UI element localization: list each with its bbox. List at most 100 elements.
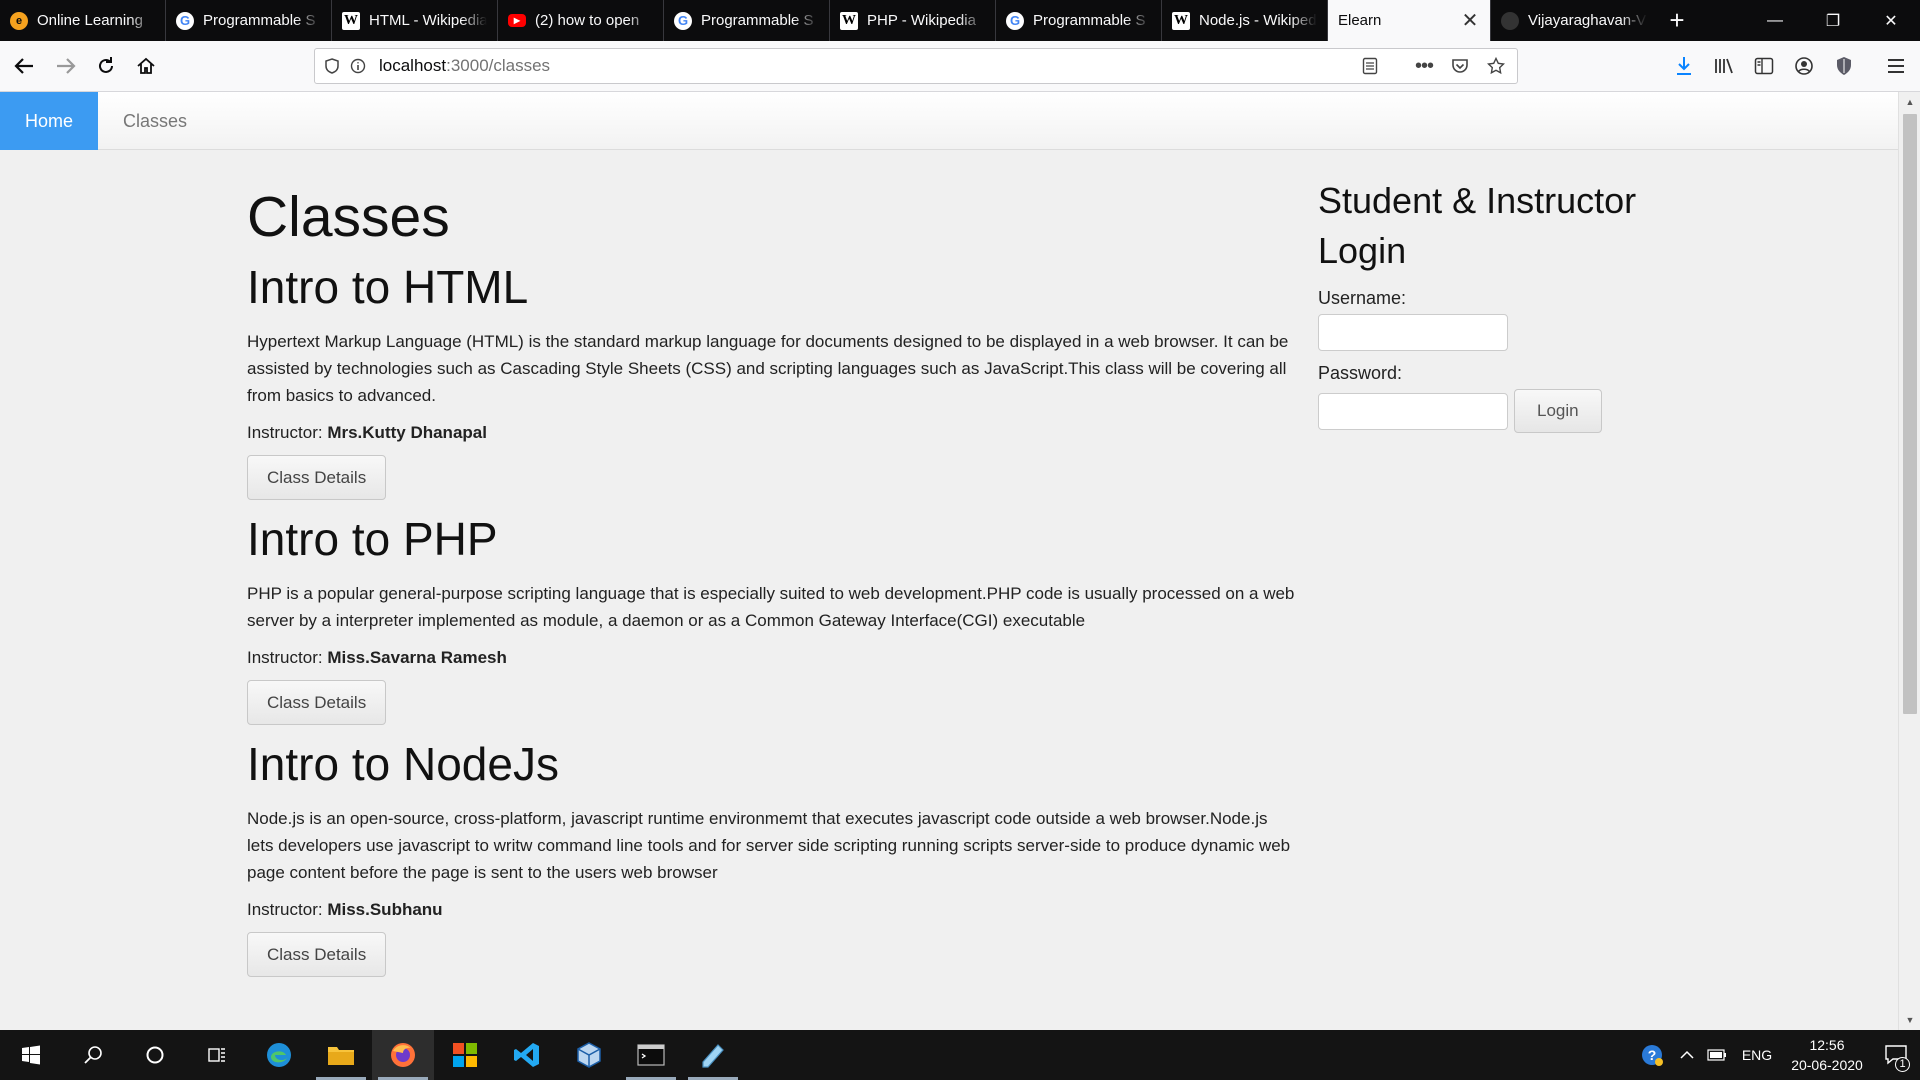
instructor-name: Miss.Savarna Ramesh — [327, 648, 507, 667]
bookmark-star-icon[interactable] — [1483, 53, 1509, 79]
instructor-label: Instructor: — [247, 423, 323, 442]
edge-icon[interactable] — [248, 1030, 310, 1080]
downloads-button[interactable] — [1668, 50, 1700, 82]
wikipedia-icon: W — [1172, 11, 1190, 30]
info-icon[interactable] — [345, 53, 371, 79]
page-viewport: Home Classes Classes Intro to HTML Hyper… — [0, 92, 1898, 1030]
library-icon — [1715, 58, 1733, 74]
class-card: Intro to PHP PHP is a popular general-pu… — [247, 515, 1295, 725]
task-view-icon[interactable] — [186, 1030, 248, 1080]
notification-icon[interactable]: 1 — [1872, 1030, 1920, 1080]
reload-icon — [99, 57, 113, 73]
chevron-up-icon[interactable] — [1672, 1030, 1702, 1080]
home-icon — [137, 57, 155, 74]
library-button[interactable] — [1708, 50, 1740, 82]
reader-view-icon[interactable] — [1357, 53, 1383, 79]
menu-button[interactable] — [1880, 50, 1912, 82]
tab-title: (2) how to open — [535, 12, 640, 29]
terminal-icon[interactable] — [620, 1030, 682, 1080]
arrow-left-icon — [14, 58, 33, 74]
firefox-icon[interactable] — [372, 1030, 434, 1080]
account-button[interactable] — [1788, 50, 1820, 82]
password-input[interactable] — [1318, 392, 1508, 430]
username-input[interactable] — [1318, 314, 1508, 351]
browser-tab-active[interactable]: Elearn ✕ — [1328, 0, 1491, 41]
scroll-up-arrow-icon[interactable]: ▲ — [1899, 92, 1920, 112]
windows-start-icon[interactable] — [0, 1030, 62, 1080]
instructor-name: Miss.Subhanu — [327, 900, 443, 919]
class-title: Intro to NodeJs — [247, 738, 559, 790]
login-title: Student & Instructor Login — [1318, 180, 1637, 271]
browser-tab-strip: e Online Learning G Programmable S W HTM… — [0, 0, 1920, 41]
instructor-label: Instructor: — [247, 648, 323, 667]
password-label: Password: — [1318, 363, 1403, 383]
clock-time: 12:56 — [1809, 1037, 1845, 1053]
tab-title: Online Learning — [37, 12, 143, 29]
language-indicator[interactable]: ENG — [1732, 1030, 1782, 1080]
browser-toolbar: localhost:3000/classes ••• — [0, 41, 1920, 92]
extension-button[interactable] — [1828, 50, 1860, 82]
browser-tab[interactable]: G Programmable S — [664, 0, 830, 41]
notepad-icon[interactable] — [682, 1030, 744, 1080]
arrow-right-icon — [57, 58, 76, 74]
class-details-button[interactable]: Class Details — [247, 680, 387, 725]
close-window-button[interactable]: ✕ — [1862, 0, 1920, 41]
nav-home-link[interactable]: Home — [0, 92, 99, 150]
account-icon — [1795, 57, 1813, 75]
vscode-icon[interactable] — [496, 1030, 558, 1080]
restore-button[interactable]: ❐ — [1804, 0, 1862, 41]
browser-tab[interactable]: e Online Learning — [0, 0, 166, 41]
minimize-button[interactable]: — — [1746, 0, 1804, 41]
github-icon — [1501, 11, 1519, 30]
virtualbox-icon[interactable] — [558, 1030, 620, 1080]
browser-tab[interactable]: W Node.js - Wikipedia — [1162, 0, 1328, 41]
forward-button[interactable] — [50, 50, 82, 82]
url-host: localhost — [379, 56, 447, 75]
home-button[interactable] — [130, 50, 162, 82]
tab-title: Elearn — [1338, 12, 1382, 29]
browser-tab[interactable]: W HTML - Wikipedia — [332, 0, 498, 41]
instructor-line: Instructor: Miss.Savarna Ramesh — [247, 646, 1295, 670]
nav-classes-link[interactable]: Classes — [98, 92, 212, 150]
help-icon[interactable]: ? — [1632, 1030, 1672, 1080]
tab-title: Vijayaraghavan-V — [1528, 12, 1647, 29]
browser-tab[interactable]: G Programmable S — [996, 0, 1162, 41]
new-tab-button[interactable]: + — [1657, 0, 1697, 41]
pocket-icon[interactable] — [1447, 53, 1473, 79]
browser-tab[interactable]: W PHP - Wikipedia — [830, 0, 996, 41]
tab-title: Programmable S — [701, 12, 814, 29]
office-icon[interactable] — [434, 1030, 496, 1080]
shield-icon[interactable] — [319, 53, 345, 79]
sidebar-button[interactable] — [1748, 50, 1780, 82]
tab-close-icon[interactable]: ✕ — [1460, 8, 1480, 33]
scroll-down-arrow-icon[interactable]: ▼ — [1899, 1010, 1920, 1030]
browser-tab[interactable]: G Programmable S — [166, 0, 332, 41]
class-details-button[interactable]: Class Details — [247, 455, 387, 500]
class-card: Intro to NodeJs Node.js is an open-sourc… — [247, 740, 1295, 977]
browser-tab[interactable]: Vijayaraghavan-V — [1491, 0, 1657, 41]
class-title: Intro to PHP — [247, 513, 498, 565]
instructor-line: Instructor: Miss.Subhanu — [247, 898, 1295, 922]
scrollbar-thumb[interactable] — [1903, 114, 1917, 714]
clock[interactable]: 12:56 20-06-2020 — [1782, 1035, 1872, 1075]
url-path: :3000/classes — [446, 56, 551, 75]
class-title: Intro to HTML — [247, 261, 529, 313]
address-bar[interactable]: localhost:3000/classes ••• — [314, 48, 1518, 84]
shield-extension-icon — [1837, 57, 1851, 75]
cortana-icon[interactable] — [124, 1030, 186, 1080]
tab-title: Programmable S — [1033, 12, 1146, 29]
battery-icon[interactable] — [1702, 1030, 1732, 1080]
page-actions-icon[interactable]: ••• — [1411, 53, 1437, 79]
browser-tab[interactable]: ▶ (2) how to open — [498, 0, 664, 41]
url-text[interactable]: localhost:3000/classes — [379, 56, 550, 76]
back-button[interactable] — [8, 50, 40, 82]
reload-button[interactable] — [90, 50, 122, 82]
search-icon[interactable] — [62, 1030, 124, 1080]
class-details-button[interactable]: Class Details — [247, 932, 387, 977]
page-scrollbar[interactable]: ▲ ▼ — [1898, 92, 1920, 1030]
classes-main-column: Classes Intro to HTML Hypertext Markup L… — [247, 186, 1295, 977]
login-button[interactable]: Login — [1514, 389, 1602, 433]
youtube-icon: ▶ — [508, 14, 526, 27]
file-explorer-icon[interactable] — [310, 1030, 372, 1080]
edge-icon: e — [10, 11, 28, 30]
